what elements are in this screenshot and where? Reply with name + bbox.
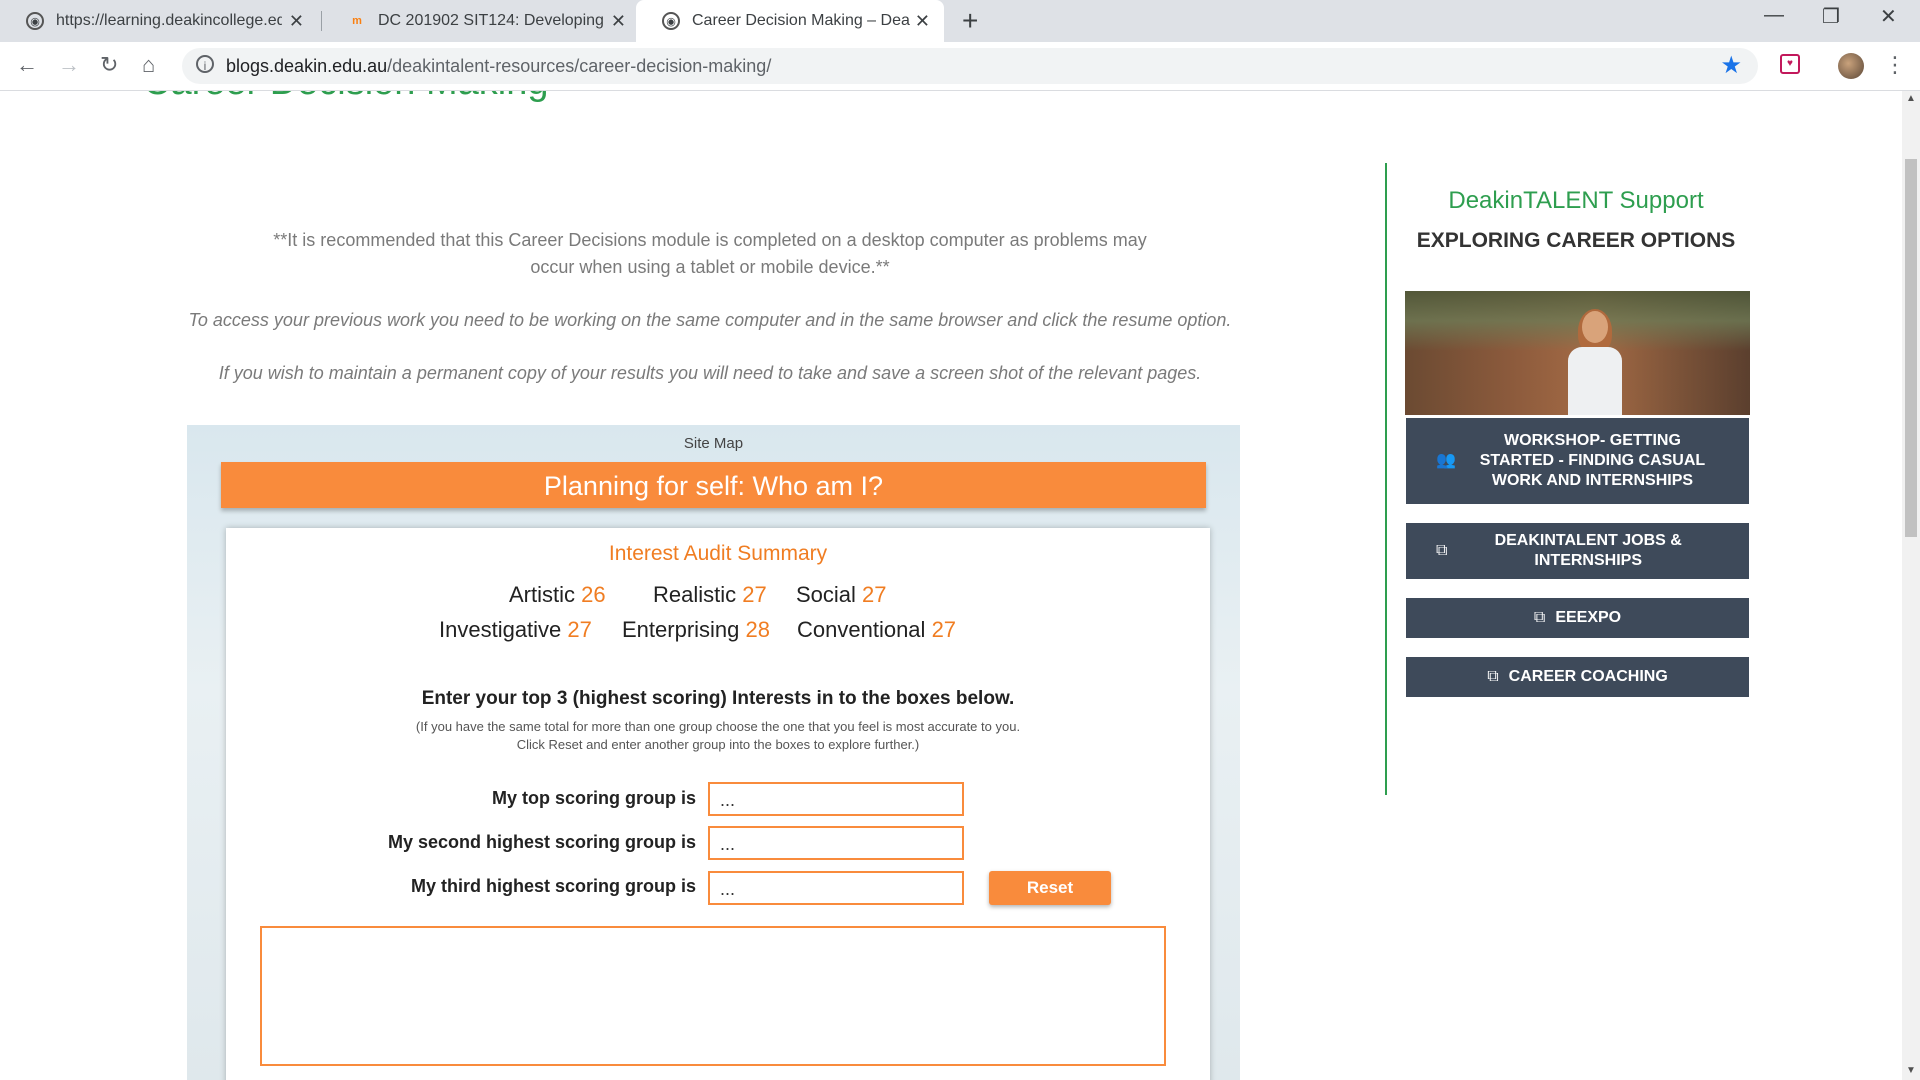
- score-value: 27: [931, 617, 957, 642]
- profile-avatar[interactable]: [1838, 53, 1864, 79]
- extension-icon[interactable]: ♥: [1780, 54, 1800, 74]
- restore-icon[interactable]: ❐: [1822, 4, 1840, 29]
- site-icon: ◉: [26, 12, 44, 30]
- career-module: Site Map Planning for self: Who am I? In…: [187, 425, 1240, 1080]
- url-text[interactable]: blogs.deakin.edu.au/deakintalent-resourc…: [226, 56, 771, 77]
- results-textarea[interactable]: [260, 926, 1166, 1066]
- copy-icon: ⧉: [1533, 609, 1546, 626]
- summary-title: Interest Audit Summary: [608, 542, 828, 565]
- browser-tab-2[interactable]: m DC 201902 SIT124: Developing y ✕: [322, 0, 640, 42]
- score-label: Realistic: [653, 582, 737, 607]
- second-group-input[interactable]: ...: [708, 826, 964, 860]
- home-icon[interactable]: ⌂: [142, 52, 155, 78]
- new-tab-button[interactable]: +: [962, 5, 978, 37]
- site-icon: ◉: [662, 12, 680, 30]
- second-group-label: My second highest scoring group is: [387, 832, 696, 852]
- sidebar-subheading: EXPLORING CAREER OPTIONS: [1416, 229, 1736, 252]
- instruction-subtext-1: (If you have the same total for more tha…: [415, 719, 1021, 734]
- copy-icon: ⧉: [1487, 668, 1499, 685]
- browser-tab-1[interactable]: ◉ https://learning.deakincollege.ed ✕: [0, 0, 318, 42]
- close-tab-icon[interactable]: ✕: [611, 11, 626, 32]
- sidebar-heading: DeakinTALENT Support: [1448, 187, 1704, 214]
- resume-note: To access your previous work you need to…: [188, 310, 1232, 330]
- reload-icon[interactable]: ↻: [100, 52, 118, 78]
- score-social: Social 27: [796, 582, 887, 608]
- jobs-internships-button[interactable]: ⧉ DEAKINTALENT JOBS & INTERNSHIPS: [1406, 523, 1749, 579]
- module-banner: Planning for self: Who am I?: [221, 462, 1206, 508]
- address-bar[interactable]: i blogs.deakin.edu.au/deakintalent-resou…: [182, 48, 1758, 84]
- menu-icon[interactable]: ⋮: [1884, 52, 1906, 78]
- tab-title: https://learning.deakincollege.ed: [56, 12, 282, 29]
- third-group-label: My third highest scoring group is: [410, 876, 696, 896]
- close-tab-icon[interactable]: ✕: [915, 11, 930, 32]
- score-label: Social: [796, 582, 856, 607]
- url-host: blogs.deakin.edu.au: [226, 56, 388, 76]
- workshop-label: WORKSHOP- GETTING STARTED - FINDING CASU…: [1479, 432, 1706, 489]
- score-label: Enterprising: [622, 617, 740, 642]
- score-realistic: Realistic 27: [653, 582, 767, 608]
- tab-title: Career Decision Making – Deakin: [692, 12, 910, 29]
- close-tab-icon[interactable]: ✕: [289, 11, 304, 32]
- users-icon: 👥: [1436, 452, 1456, 469]
- tab-bar: ◉ https://learning.deakincollege.ed ✕ m …: [0, 0, 1920, 42]
- score-value: 27: [742, 582, 767, 607]
- scroll-down-icon[interactable]: ▼: [1906, 1065, 1916, 1076]
- moodle-icon: m: [352, 15, 362, 27]
- bookmark-star-icon[interactable]: ★: [1720, 51, 1742, 80]
- score-label: Conventional: [797, 617, 926, 642]
- tab-title: DC 201902 SIT124: Developing y: [378, 12, 604, 29]
- sidebar-divider: [1385, 163, 1387, 795]
- site-map-link[interactable]: Site Map: [187, 435, 1240, 452]
- forward-icon[interactable]: →: [58, 52, 80, 78]
- back-icon[interactable]: ←: [16, 52, 38, 78]
- top-group-input[interactable]: ...: [708, 782, 964, 816]
- reset-button[interactable]: Reset: [989, 871, 1111, 905]
- url-path: /deakintalent-resources/career-decision-…: [387, 56, 772, 76]
- score-value: 26: [581, 582, 606, 607]
- photo-body: [1568, 347, 1622, 415]
- score-enterprising: Enterprising 28: [622, 617, 770, 643]
- close-window-icon[interactable]: ✕: [1880, 4, 1897, 29]
- career-coaching-button[interactable]: ⧉ CAREER COACHING: [1406, 657, 1749, 697]
- browser-tab-3[interactable]: ◉ Career Decision Making – Deakin ✕: [636, 0, 944, 42]
- page-title: Career Decision Making: [143, 91, 549, 104]
- web-page: Career Decision Making **It is recommend…: [0, 91, 1902, 1080]
- score-value: 28: [745, 617, 770, 642]
- score-label: Investigative: [439, 617, 562, 642]
- copy-note: If you wish to maintain a permanent copy…: [218, 363, 1202, 383]
- top-group-label: My top scoring group is: [491, 788, 696, 808]
- desktop-notice: **It is recommended that this Career Dec…: [273, 230, 1147, 277]
- photo-face: [1582, 311, 1608, 343]
- page-scrollbar[interactable]: ▲ ▼: [1902, 91, 1920, 1080]
- workshop-button[interactable]: 👥 WORKSHOP- GETTING STARTED - FINDING CAS…: [1406, 418, 1749, 504]
- third-group-input[interactable]: ...: [708, 871, 964, 905]
- score-value: 27: [862, 582, 887, 607]
- browser-toolbar: ← → ↻ ⌂ i blogs.deakin.edu.au/deakintale…: [0, 42, 1920, 91]
- photo-person: [1560, 309, 1630, 415]
- sidebar-photo: [1405, 291, 1750, 415]
- info-icon[interactable]: i: [196, 55, 214, 73]
- score-conventional: Conventional 27: [797, 617, 956, 643]
- eeexpo-label: EEEXPO: [1555, 609, 1622, 626]
- instruction-subtext-2: Click Reset and enter another group into…: [516, 737, 920, 752]
- score-label: Artistic: [509, 582, 575, 607]
- coaching-label: CAREER COACHING: [1508, 668, 1668, 685]
- minimize-icon[interactable]: —: [1764, 4, 1784, 27]
- eeexpo-button[interactable]: ⧉ EEEXPO: [1406, 598, 1749, 638]
- score-investigative: Investigative 27: [439, 617, 592, 643]
- scroll-up-icon[interactable]: ▲: [1906, 93, 1916, 104]
- instruction-text: Enter your top 3 (highest scoring) Inter…: [421, 688, 1015, 709]
- summary-card: Interest Audit Summary Artistic 26 Reali…: [226, 528, 1210, 1080]
- score-artistic: Artistic 26: [509, 582, 606, 608]
- jobs-label: DEAKINTALENT JOBS & INTERNSHIPS: [1494, 532, 1682, 569]
- copy-icon: ⧉: [1436, 542, 1448, 559]
- score-value: 27: [567, 617, 592, 642]
- scrollbar-thumb[interactable]: [1905, 159, 1917, 537]
